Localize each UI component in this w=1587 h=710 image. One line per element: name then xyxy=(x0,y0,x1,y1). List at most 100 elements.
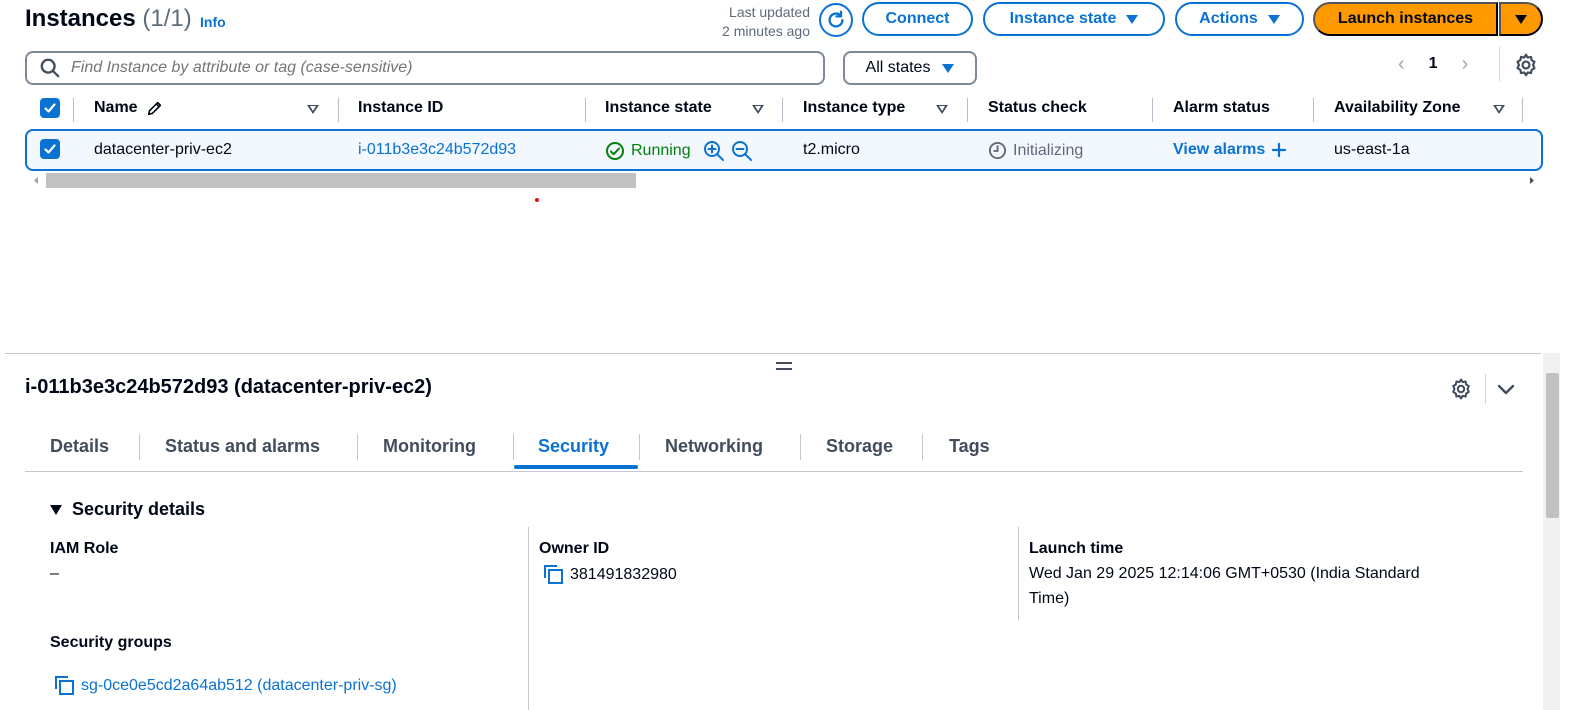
pane-splitter[interactable] xyxy=(5,353,1541,354)
zoom-out-icon[interactable] xyxy=(731,140,753,162)
security-details-toggle[interactable]: Security details xyxy=(50,499,205,520)
column-header-name[interactable]: Name xyxy=(94,99,164,117)
launch-instances-button[interactable]: Launch instances xyxy=(1313,2,1498,36)
column-label: Status check xyxy=(988,99,1087,116)
tab-separator xyxy=(922,434,923,460)
launch-dropdown-button[interactable] xyxy=(1499,2,1543,36)
gear-icon[interactable] xyxy=(1449,377,1473,401)
last-updated: Last updated 2 minutes ago xyxy=(680,3,810,41)
column-header-alarm-status[interactable]: Alarm status xyxy=(1173,99,1270,117)
section-title: Security details xyxy=(72,499,206,519)
column-header-instance-type[interactable]: Instance type xyxy=(803,99,905,117)
table-row[interactable]: datacenter-priv-ec2 i-011b3e3c24b572d93 … xyxy=(25,129,1543,171)
column-separator xyxy=(1522,98,1523,122)
instance-state-label: Instance state xyxy=(1009,10,1117,27)
tab-tags[interactable]: Tags xyxy=(949,436,990,457)
sort-icon[interactable] xyxy=(752,105,764,114)
cursor-dot xyxy=(535,198,539,202)
scrollbar-thumb[interactable] xyxy=(1546,373,1559,518)
tab-status-and-alarms[interactable]: Status and alarms xyxy=(165,436,320,457)
checkbox[interactable] xyxy=(40,139,60,159)
tab-monitoring[interactable]: Monitoring xyxy=(383,436,476,457)
search-icon xyxy=(40,58,60,78)
search-box[interactable] xyxy=(25,51,825,85)
gear-icon[interactable] xyxy=(1513,52,1539,78)
page-title-text: Instances xyxy=(25,5,136,32)
search-input[interactable] xyxy=(71,59,771,77)
instance-name: datacenter-priv-ec2 xyxy=(94,141,232,158)
actions-button[interactable]: Actions xyxy=(1175,2,1304,36)
state-filter-value: All states xyxy=(865,59,931,76)
tab-separator xyxy=(357,434,358,460)
detail-title: i-011b3e3c24b572d93 (datacenter-priv-ec2… xyxy=(25,376,432,398)
tab-security[interactable]: Security xyxy=(538,436,609,457)
tab-networking[interactable]: Networking xyxy=(665,436,763,457)
column-header-availability-zone[interactable]: Availability Zone xyxy=(1334,99,1461,117)
next-page-icon[interactable]: › xyxy=(1462,53,1469,76)
status-check-cell: Initializing xyxy=(988,141,1083,160)
scrollbar-thumb[interactable] xyxy=(46,173,636,188)
table-header: Name Instance ID Instance state Instance… xyxy=(25,95,1543,125)
check-circle-icon xyxy=(606,142,624,160)
launch-time-label: Launch time xyxy=(1029,540,1124,557)
clock-icon xyxy=(988,141,1007,160)
divider xyxy=(1499,47,1500,81)
column-separator xyxy=(585,98,586,122)
status-check-text: Initializing xyxy=(1013,141,1084,159)
copy-icon[interactable] xyxy=(54,675,75,696)
zoom-in-icon[interactable] xyxy=(703,140,725,162)
security-group-item: sg-0ce0e5cd2a64ab512 (datacenter-priv-sg… xyxy=(54,673,397,698)
current-page[interactable]: 1 xyxy=(1429,55,1438,73)
connect-button[interactable]: Connect xyxy=(862,2,973,36)
pencil-icon xyxy=(147,101,161,116)
column-header-instance-state[interactable]: Instance state xyxy=(605,99,712,117)
check-icon xyxy=(44,103,56,113)
sort-icon[interactable] xyxy=(1493,105,1505,114)
caret-down-icon xyxy=(1515,14,1527,24)
instance-state-text: Running xyxy=(631,142,691,159)
previous-page-icon[interactable]: ‹ xyxy=(1398,53,1405,76)
info-link[interactable]: Info xyxy=(200,14,226,30)
chevron-down-icon[interactable] xyxy=(1495,378,1517,400)
checkbox[interactable] xyxy=(40,98,60,118)
connect-label: Connect xyxy=(885,10,950,27)
column-header-instance-id[interactable]: Instance ID xyxy=(358,99,443,117)
column-separator xyxy=(782,98,783,122)
tab-storage[interactable]: Storage xyxy=(826,436,893,457)
availability-zone: us-east-1a xyxy=(1334,141,1410,158)
sort-icon[interactable] xyxy=(307,105,319,114)
row-checkbox[interactable] xyxy=(40,139,60,159)
state-filter-select[interactable]: All states xyxy=(843,51,977,85)
sort-icon[interactable] xyxy=(936,105,948,114)
caret-down-icon xyxy=(50,504,62,515)
column-separator xyxy=(1018,527,1019,620)
instance-id-link[interactable]: i-011b3e3c24b572d93 xyxy=(358,141,516,159)
column-header-status-check[interactable]: Status check xyxy=(988,99,1087,117)
caret-down-icon xyxy=(1126,14,1139,24)
last-updated-label: Last updated xyxy=(729,4,810,20)
refresh-icon xyxy=(828,10,844,28)
launch-time-value: Wed Jan 29 2025 12:14:06 GMT+0530 (India… xyxy=(1029,561,1499,611)
page-title: Instances (1/1) xyxy=(25,5,192,33)
column-separator xyxy=(1152,98,1153,122)
tab-separator xyxy=(800,434,801,460)
instance-count: (1/1) xyxy=(142,5,192,32)
owner-id-item: 381491832980 xyxy=(543,562,677,587)
last-updated-time: 2 minutes ago xyxy=(722,23,810,39)
refresh-button[interactable] xyxy=(819,3,853,37)
divider xyxy=(1485,374,1486,404)
view-alarms-link[interactable]: View alarms xyxy=(1173,141,1287,159)
tab-separator xyxy=(639,434,640,460)
instance-state-button[interactable]: Instance state xyxy=(983,2,1165,36)
launch-time-line: Time) xyxy=(1029,590,1070,607)
launch-time-line: Wed Jan 29 2025 12:14:06 GMT+0530 (India… xyxy=(1029,565,1420,582)
column-label: Instance ID xyxy=(358,99,444,116)
actions-label: Actions xyxy=(1199,10,1258,27)
select-all-checkbox[interactable] xyxy=(40,98,60,118)
security-group-link[interactable]: sg-0ce0e5cd2a64ab512 (datacenter-priv-sg… xyxy=(81,673,397,698)
instance-state-cell: Running xyxy=(605,140,753,162)
drag-handle-icon[interactable] xyxy=(776,362,792,374)
copy-icon[interactable] xyxy=(543,564,564,585)
column-label: Name xyxy=(94,99,138,116)
tab-details[interactable]: Details xyxy=(50,436,109,457)
